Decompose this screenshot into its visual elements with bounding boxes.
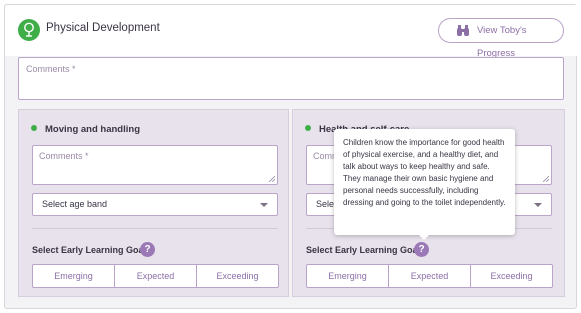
page-title: Physical Development (46, 22, 160, 34)
chevron-down-icon (260, 203, 268, 207)
goal-selector: Emerging Expected Exceeding (32, 264, 279, 288)
tooltip-arrow (418, 234, 430, 240)
physical-development-card: Physical Development View Toby's Progres… (4, 4, 578, 309)
divider (32, 228, 278, 229)
resize-handle-icon[interactable] (269, 176, 275, 182)
status-dot (31, 125, 37, 131)
goal-option-exceeding[interactable]: Exceeding (197, 265, 278, 287)
age-band-select[interactable]: Select age band (32, 193, 278, 216)
goal-option-expected[interactable]: Expected (115, 265, 197, 287)
goal-selector: Emerging Expected Exceeding (306, 264, 553, 288)
panel-heading-label: Moving and handling (45, 124, 140, 135)
age-band-value: Select age band (42, 199, 108, 209)
view-progress-label: View Toby's Progress (477, 25, 527, 59)
card-header: Physical Development View Toby's Progres… (5, 5, 578, 59)
tree-icon (18, 19, 40, 41)
goal-option-exceeding[interactable]: Exceeding (471, 265, 552, 287)
panel-comments-placeholder: Comments * (39, 151, 89, 161)
question-icon[interactable]: ? (140, 242, 155, 257)
panel-comments-field[interactable]: Comments * (32, 145, 278, 185)
goal-label: Select Early Learning Goal (32, 245, 147, 255)
goal-label: Select Early Learning Goal (306, 245, 421, 255)
resize-handle-icon[interactable] (543, 176, 549, 182)
question-icon[interactable]: ? (414, 242, 429, 257)
panel-moving-handling: Moving and handling Comments * Select ag… (18, 109, 289, 297)
goal-tooltip: Children know the importance for good he… (334, 129, 515, 235)
view-progress-button[interactable]: View Toby's Progress (438, 18, 564, 59)
goal-option-emerging[interactable]: Emerging (33, 265, 115, 287)
panel-heading: Moving and handling (31, 124, 140, 135)
goal-option-emerging[interactable]: Emerging (307, 265, 389, 287)
chevron-down-icon (534, 203, 542, 207)
binoculars-icon (457, 25, 469, 36)
goal-option-expected[interactable]: Expected (389, 265, 471, 287)
main-comments-field[interactable]: Comments * (18, 57, 564, 100)
main-comments-placeholder: Comments * (26, 64, 76, 74)
status-dot (305, 125, 311, 131)
